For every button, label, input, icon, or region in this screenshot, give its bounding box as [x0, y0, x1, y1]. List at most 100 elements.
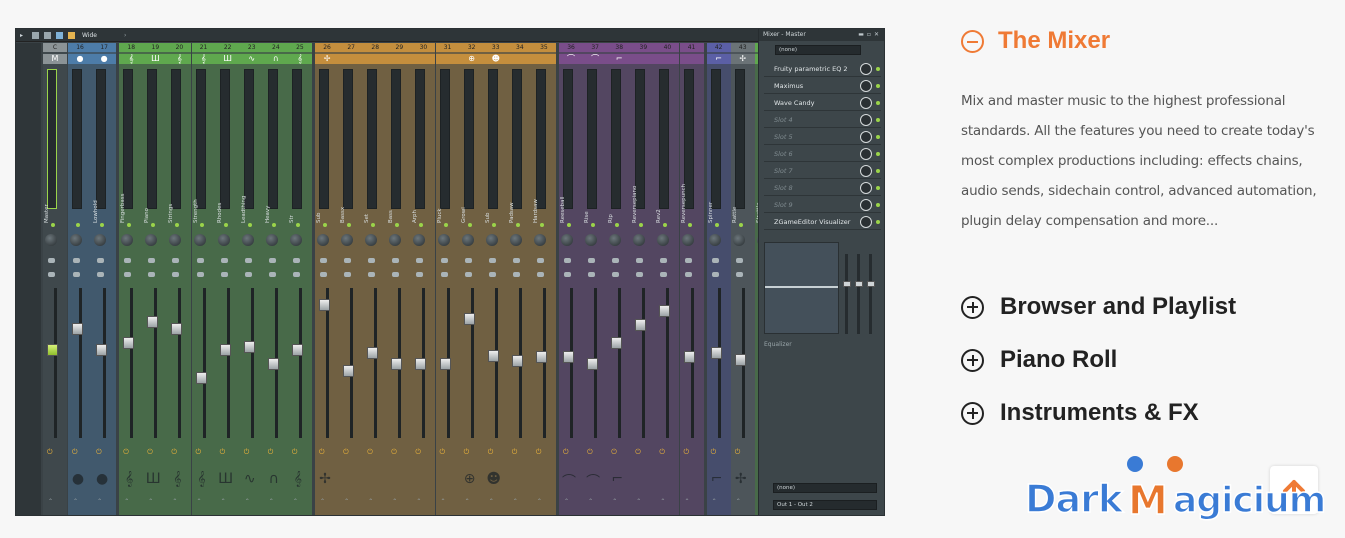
link-icon[interactable]: [44, 31, 51, 39]
strip-name[interactable]: Rise: [584, 163, 598, 223]
mixer-strip[interactable]: 33 ☻ Sub ⏻ ☻ ⌃: [483, 43, 508, 515]
stereo-switch[interactable]: [268, 258, 276, 263]
mute-led[interactable]: [151, 223, 156, 227]
mixer-strip[interactable]: 37 ⌒ Rise ⏻ ⌒ ⌃: [583, 43, 608, 515]
route-icon[interactable]: ⏻: [123, 448, 130, 456]
volume-fader[interactable]: [291, 344, 303, 356]
volume-fader[interactable]: [563, 351, 574, 363]
pan-knob[interactable]: [585, 234, 598, 246]
separation-switch[interactable]: [148, 272, 156, 277]
volume-fader[interactable]: [219, 344, 231, 356]
send-arrow-icon[interactable]: ⌃: [685, 498, 690, 505]
slot-mix-knob[interactable]: [860, 131, 872, 143]
separation-switch[interactable]: [636, 272, 644, 277]
mixer-strip[interactable]: 32 ⊕ Growl ⏻ ⊕ ⌃: [459, 43, 484, 515]
strip-name[interactable]: Reversepunch: [681, 163, 695, 223]
route-icon[interactable]: ⏻: [96, 448, 103, 456]
separation-switch[interactable]: [564, 272, 571, 277]
eq-band-fader[interactable]: [855, 281, 863, 287]
mute-led[interactable]: [419, 223, 424, 227]
separation-switch[interactable]: [97, 272, 105, 277]
route-icon[interactable]: ⏻: [292, 448, 299, 456]
mute-led[interactable]: [76, 223, 80, 227]
stereo-switch[interactable]: [368, 258, 376, 263]
route-icon[interactable]: ⏻: [488, 448, 495, 456]
pan-knob[interactable]: [365, 234, 378, 246]
volume-fader[interactable]: [587, 358, 599, 370]
pan-knob[interactable]: [657, 234, 670, 246]
mixer-strip[interactable]: 36 ⌒ Reeseball ⏻ ⌒ ⌃: [559, 43, 584, 515]
separation-switch[interactable]: [464, 272, 472, 277]
mute-led[interactable]: [738, 223, 743, 227]
send-arrow-icon[interactable]: ⌃: [416, 498, 421, 505]
stereo-switch[interactable]: [292, 258, 300, 263]
window-buttons[interactable]: ▬▫✕: [858, 31, 882, 38]
effect-slot[interactable]: Slot 5: [764, 130, 881, 145]
stereo-switch[interactable]: [735, 258, 743, 263]
stereo-switch[interactable]: [196, 258, 204, 263]
minus-circle-icon[interactable]: [961, 29, 984, 53]
pan-knob[interactable]: [121, 234, 134, 246]
slot-mix-knob[interactable]: [860, 97, 872, 109]
separation-switch[interactable]: [684, 272, 692, 277]
volume-fader[interactable]: [267, 358, 279, 370]
pan-knob[interactable]: [561, 234, 573, 246]
pan-knob[interactable]: [70, 234, 82, 246]
route-icon[interactable]: ⏻: [268, 448, 275, 456]
volume-fader[interactable]: [319, 299, 330, 312]
volume-fader[interactable]: [659, 304, 671, 317]
separation-switch[interactable]: [392, 272, 400, 277]
pan-knob[interactable]: [45, 234, 57, 246]
strip-name[interactable]: Spinner: [708, 163, 722, 223]
pan-knob[interactable]: [732, 234, 745, 246]
volume-fader[interactable]: [487, 349, 499, 362]
accordion-title-instruments[interactable]: Instruments & FX: [1000, 399, 1199, 427]
output-select[interactable]: (none): [773, 483, 877, 493]
volume-fader[interactable]: [710, 346, 722, 359]
route-icon[interactable]: ⏻: [196, 448, 203, 456]
mixer-strip[interactable]: 35 Hardsaw ⏻ ⌃: [531, 43, 556, 515]
send-arrow-icon[interactable]: ⌃: [465, 498, 470, 505]
strip-name[interactable]: Growl: [461, 163, 475, 223]
separation-switch[interactable]: [440, 272, 448, 277]
volume-fader[interactable]: [415, 358, 427, 370]
pan-knob[interactable]: [609, 234, 622, 246]
mixer-strip[interactable]: 41 Reversepunch ⏻ ⌃: [679, 43, 704, 515]
stereo-switch[interactable]: [488, 258, 496, 263]
mixer-mode-icon[interactable]: [56, 31, 63, 39]
plus-circle-icon[interactable]: [961, 401, 984, 425]
input-select[interactable]: (none): [775, 45, 861, 55]
route-icon[interactable]: ⏻: [415, 448, 422, 456]
output-route-select[interactable]: Out 1 - Out 2: [773, 500, 877, 510]
send-arrow-icon[interactable]: ⌃: [564, 498, 569, 505]
volume-fader[interactable]: [171, 323, 183, 335]
volume-fader[interactable]: [463, 313, 475, 326]
mixer-strip[interactable]: 23 ∿ Leadthing ⏻ ∿ ⌃: [239, 43, 264, 515]
slot-mix-knob[interactable]: [860, 199, 872, 211]
mixer-strip[interactable]: 30 Arph ⏻ ⌃: [411, 43, 436, 515]
mute-led[interactable]: [639, 223, 644, 227]
send-arrow-icon[interactable]: ⌃: [513, 498, 518, 505]
separation-switch[interactable]: [344, 272, 352, 277]
strip-name[interactable]: Arph: [412, 163, 426, 223]
mute-led[interactable]: [223, 223, 228, 227]
mute-led[interactable]: [615, 223, 620, 227]
wide-mode-label[interactable]: Wide: [82, 32, 97, 39]
strip-name[interactable]: Lowhold: [93, 163, 107, 223]
separation-switch[interactable]: [488, 272, 496, 277]
separation-switch[interactable]: [416, 272, 424, 277]
mute-led[interactable]: [100, 223, 105, 227]
strip-name[interactable]: Str: [289, 163, 303, 223]
slot-enable-led[interactable]: [876, 101, 880, 105]
slot-enable-led[interactable]: [876, 186, 880, 190]
effect-slot[interactable]: Slot 8: [764, 181, 881, 196]
volume-fader[interactable]: [96, 344, 108, 356]
stereo-switch[interactable]: [512, 258, 520, 263]
send-arrow-icon[interactable]: ⌃: [712, 498, 717, 505]
slot-mix-knob[interactable]: [860, 63, 872, 75]
effect-slot[interactable]: Maximus: [764, 79, 881, 94]
route-icon[interactable]: ⏻: [563, 448, 570, 456]
separation-switch[interactable]: [268, 272, 276, 277]
stereo-switch[interactable]: [244, 258, 252, 263]
send-arrow-icon[interactable]: ⌃: [73, 498, 78, 505]
